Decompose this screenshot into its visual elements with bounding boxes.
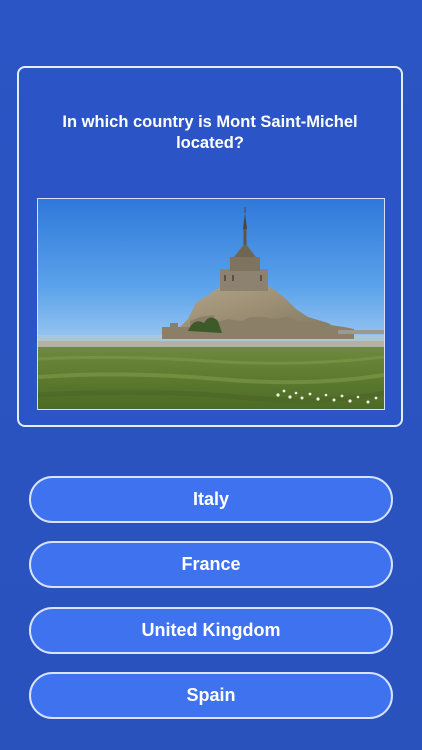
answer-button-france[interactable]: France <box>29 541 393 588</box>
mont-saint-michel-photo <box>38 199 384 409</box>
answer-button-united-kingdom[interactable]: United Kingdom <box>29 607 393 654</box>
answer-button-italy[interactable]: Italy <box>29 476 393 523</box>
question-text: In which country is Mont Saint-Michel lo… <box>62 113 358 152</box>
answer-button-spain[interactable]: Spain <box>29 672 393 719</box>
question-card: In which country is Mont Saint-Michel lo… <box>17 66 403 427</box>
question-image <box>37 198 385 410</box>
